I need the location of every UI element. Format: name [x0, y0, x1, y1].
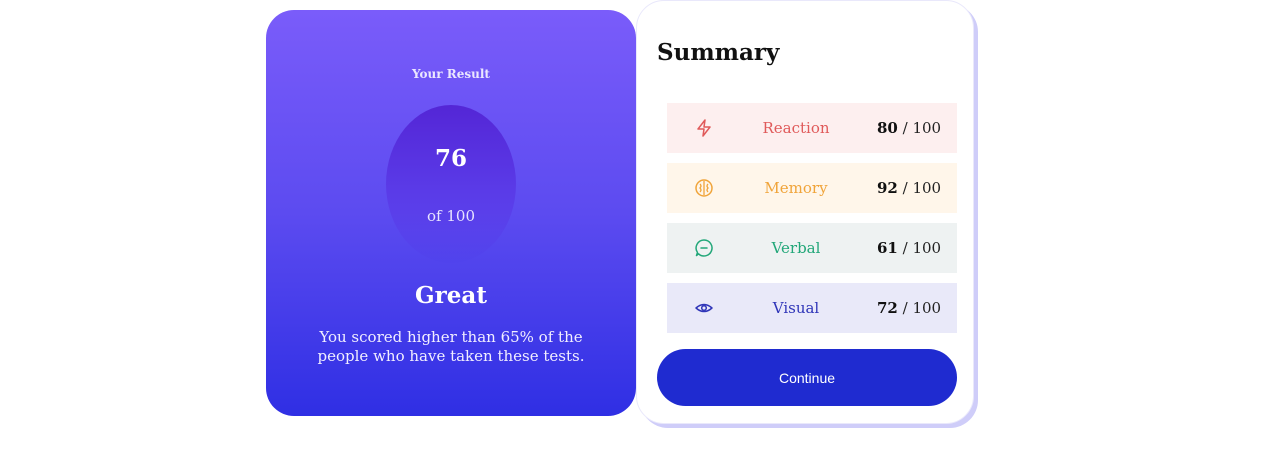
summary-row-score: 80 / 100 [877, 119, 941, 137]
summary-row-score: 72 / 100 [877, 299, 941, 317]
summary-row-score: 92 / 100 [877, 179, 941, 197]
chat-bubble-icon [695, 239, 713, 257]
summary-row-reaction: Reaction 80 / 100 [667, 103, 957, 153]
summary-row-label: Visual [772, 299, 820, 317]
brain-icon [695, 179, 713, 197]
result-description: You scored higher than 65% of the people… [317, 328, 585, 365]
summary-row-visual: Visual 72 / 100 [667, 283, 957, 333]
result-verdict: Great [415, 282, 487, 309]
summary-row-label: Memory [764, 179, 828, 197]
summary-row-score: 61 / 100 [877, 239, 941, 257]
score-max: / 100 [897, 179, 942, 197]
summary-row-verbal: Verbal 61 / 100 [667, 223, 957, 273]
summary-card: Summary Reaction 80 / 100 Memory 92 / 10… [636, 0, 974, 424]
score-circle: 76 of 100 [386, 105, 516, 263]
score-max-label: of 100 [427, 207, 475, 225]
summary-title: Summary [657, 39, 780, 66]
score-value: 76 [434, 145, 467, 172]
continue-button[interactable]: Continue [657, 349, 957, 406]
lightning-icon [697, 119, 711, 137]
eye-icon [695, 303, 713, 313]
summary-row-label: Reaction [762, 119, 830, 137]
score-max: / 100 [897, 239, 942, 257]
score-value: 92 [877, 179, 898, 197]
score-value: 72 [877, 299, 898, 317]
result-card: Your Result 76 of 100 Great You scored h… [266, 10, 636, 416]
score-max: / 100 [897, 299, 942, 317]
score-value: 80 [877, 119, 898, 137]
summary-row-label: Verbal [771, 239, 821, 257]
summary-row-memory: Memory 92 / 100 [667, 163, 957, 213]
result-heading: Your Result [412, 67, 490, 81]
score-value: 61 [877, 239, 898, 257]
score-max: / 100 [897, 119, 942, 137]
